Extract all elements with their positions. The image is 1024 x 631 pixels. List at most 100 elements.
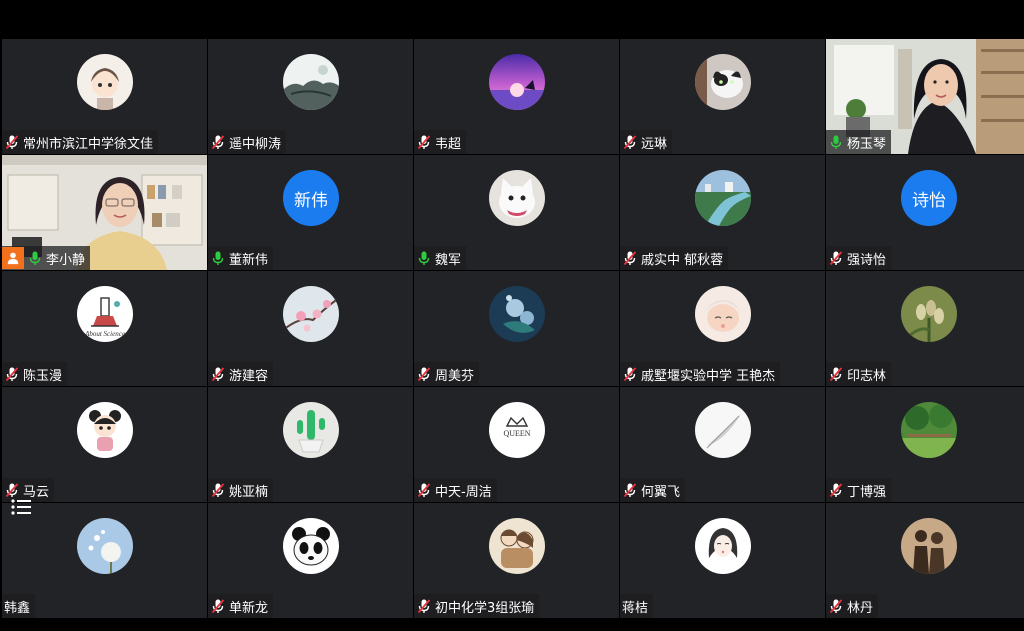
host-person-icon xyxy=(2,247,24,269)
mic-muted-icon xyxy=(4,366,20,382)
participant-tile[interactable]: 李小静 xyxy=(2,155,207,270)
svg-text:About Science: About Science xyxy=(84,330,125,338)
cactus-icon xyxy=(283,402,339,458)
bottom-black-bar xyxy=(0,618,1024,631)
cartoon-child-icon xyxy=(77,402,133,458)
participant-avatar: 诗怡 xyxy=(901,170,957,226)
participant-name-bar: 韩鑫 xyxy=(2,594,36,618)
silhouette-icon xyxy=(901,518,957,574)
participant-name: 韩鑫 xyxy=(4,600,31,616)
couple-sketch-icon xyxy=(489,518,545,574)
baby-photo-icon xyxy=(695,286,751,342)
participant-tile[interactable]: About Science 陈玉漫 xyxy=(2,271,207,386)
participant-name: 何翼飞 xyxy=(641,484,681,500)
mic-muted-icon xyxy=(622,134,638,150)
ink-landscape-icon xyxy=(283,54,339,110)
cartoon-girl-icon xyxy=(77,54,133,110)
river-city-icon xyxy=(695,170,751,226)
participant-tile[interactable]: 韩鑫 xyxy=(2,503,207,618)
dandelion-icon xyxy=(77,518,133,574)
panda-icon xyxy=(283,518,339,574)
participant-name: 初中化学3组张瑜 xyxy=(435,600,535,616)
mic-muted-icon xyxy=(210,598,226,614)
menu-list-icon[interactable] xyxy=(8,495,36,519)
participant-tile[interactable]: 戚墅堰实验中学 王艳杰 xyxy=(620,271,825,386)
mic-muted-icon xyxy=(828,366,844,382)
participant-name: 周美芬 xyxy=(435,368,475,384)
participant-name-bar: 杨玉琴 xyxy=(826,130,892,154)
participant-name: 董新伟 xyxy=(229,252,269,268)
girl-sketch-icon xyxy=(695,518,751,574)
mic-muted-icon xyxy=(622,482,638,498)
participant-tile[interactable]: 周美芬 xyxy=(414,271,619,386)
participant-name-bar: 何翼飞 xyxy=(620,478,686,502)
participant-name: 李小静 xyxy=(46,252,86,268)
participant-name-bar: 游建容 xyxy=(208,362,274,386)
mic-muted-icon xyxy=(4,134,20,150)
participant-name: 林丹 xyxy=(847,600,874,616)
participant-tile[interactable]: 林丹 xyxy=(826,503,1024,618)
mic-muted-icon xyxy=(622,366,638,382)
participant-name-bar: 蒋桔 xyxy=(620,594,654,618)
participant-name: 游建容 xyxy=(229,368,269,384)
participant-name-bar: 周美芬 xyxy=(414,362,480,386)
feather-icon xyxy=(695,402,751,458)
svg-text:QUEEN: QUEEN xyxy=(503,429,530,438)
participant-tile[interactable]: 常州市滨江中学徐文佳 xyxy=(2,39,207,154)
participant-tile[interactable]: 远琳 xyxy=(620,39,825,154)
participant-tile[interactable]: 印志林 xyxy=(826,271,1024,386)
participant-name-bar: 中天-周洁 xyxy=(414,478,497,502)
participant-name-bar: 单新龙 xyxy=(208,594,274,618)
participant-tile[interactable]: 杨玉琴 xyxy=(826,39,1024,154)
mic-muted-icon xyxy=(622,250,638,266)
participant-tile[interactable]: 初中化学3组张瑜 xyxy=(414,503,619,618)
participant-tile[interactable]: 何翼飞 xyxy=(620,387,825,502)
participant-tile[interactable]: 游建容 xyxy=(208,271,413,386)
participant-name-bar: 初中化学3组张瑜 xyxy=(414,594,540,618)
participant-name: 蒋桔 xyxy=(622,600,649,616)
plant-buds-icon xyxy=(901,286,957,342)
mic-on-icon xyxy=(416,250,432,266)
participant-tile[interactable]: 丁博强 xyxy=(826,387,1024,502)
blue-flower-icon xyxy=(489,286,545,342)
participant-name: 丁博强 xyxy=(847,484,887,500)
participant-name: 戚墅堰实验中学 王艳杰 xyxy=(641,368,776,384)
participant-name-bar: 常州市滨江中学徐文佳 xyxy=(2,130,159,154)
purple-sunset-icon xyxy=(489,54,545,110)
participant-tile[interactable]: 遥中柳涛 xyxy=(208,39,413,154)
participant-tile[interactable]: 蒋桔 xyxy=(620,503,825,618)
participant-tile[interactable]: 马云 xyxy=(2,387,207,502)
participant-name-bar: 陈玉漫 xyxy=(2,362,68,386)
participant-name-bar: 戚实中 郁秋蓉 xyxy=(620,246,729,270)
participant-tile[interactable]: QUEEN 中天-周洁 xyxy=(414,387,619,502)
participant-tile[interactable]: 魏军 xyxy=(414,155,619,270)
mic-muted-icon xyxy=(416,482,432,498)
participant-name-bar: 遥中柳涛 xyxy=(208,130,287,154)
mic-muted-icon xyxy=(416,134,432,150)
participant-name-bar: 戚墅堰实验中学 王艳杰 xyxy=(620,362,781,386)
participant-name: 韦超 xyxy=(435,136,462,152)
mic-muted-icon xyxy=(210,482,226,498)
participant-name-bar: 韦超 xyxy=(414,130,467,154)
white-cat-icon xyxy=(489,170,545,226)
mic-muted-icon xyxy=(416,366,432,382)
participant-name-bar: 姚亚楠 xyxy=(208,478,274,502)
participant-tile[interactable]: 单新龙 xyxy=(208,503,413,618)
participant-name-bar: 林丹 xyxy=(826,594,879,618)
top-black-bar xyxy=(0,0,1024,38)
participant-tile[interactable]: 戚实中 郁秋蓉 xyxy=(620,155,825,270)
mic-muted-icon xyxy=(416,598,432,614)
participant-tile[interactable]: 新伟 董新伟 xyxy=(208,155,413,270)
plum-blossom-icon xyxy=(283,286,339,342)
participant-name-bar: 远琳 xyxy=(620,130,673,154)
mic-muted-icon xyxy=(828,598,844,614)
participant-tile[interactable]: 诗怡 强诗怡 xyxy=(826,155,1024,270)
mic-muted-icon xyxy=(210,366,226,382)
participant-tile[interactable]: 韦超 xyxy=(414,39,619,154)
participant-name: 单新龙 xyxy=(229,600,269,616)
participant-name-bar: 印志林 xyxy=(826,362,892,386)
participant-tile[interactable]: 姚亚楠 xyxy=(208,387,413,502)
participant-name: 常州市滨江中学徐文佳 xyxy=(23,136,154,152)
queen-crown-icon: QUEEN xyxy=(489,402,545,458)
mic-on-icon xyxy=(828,134,844,150)
